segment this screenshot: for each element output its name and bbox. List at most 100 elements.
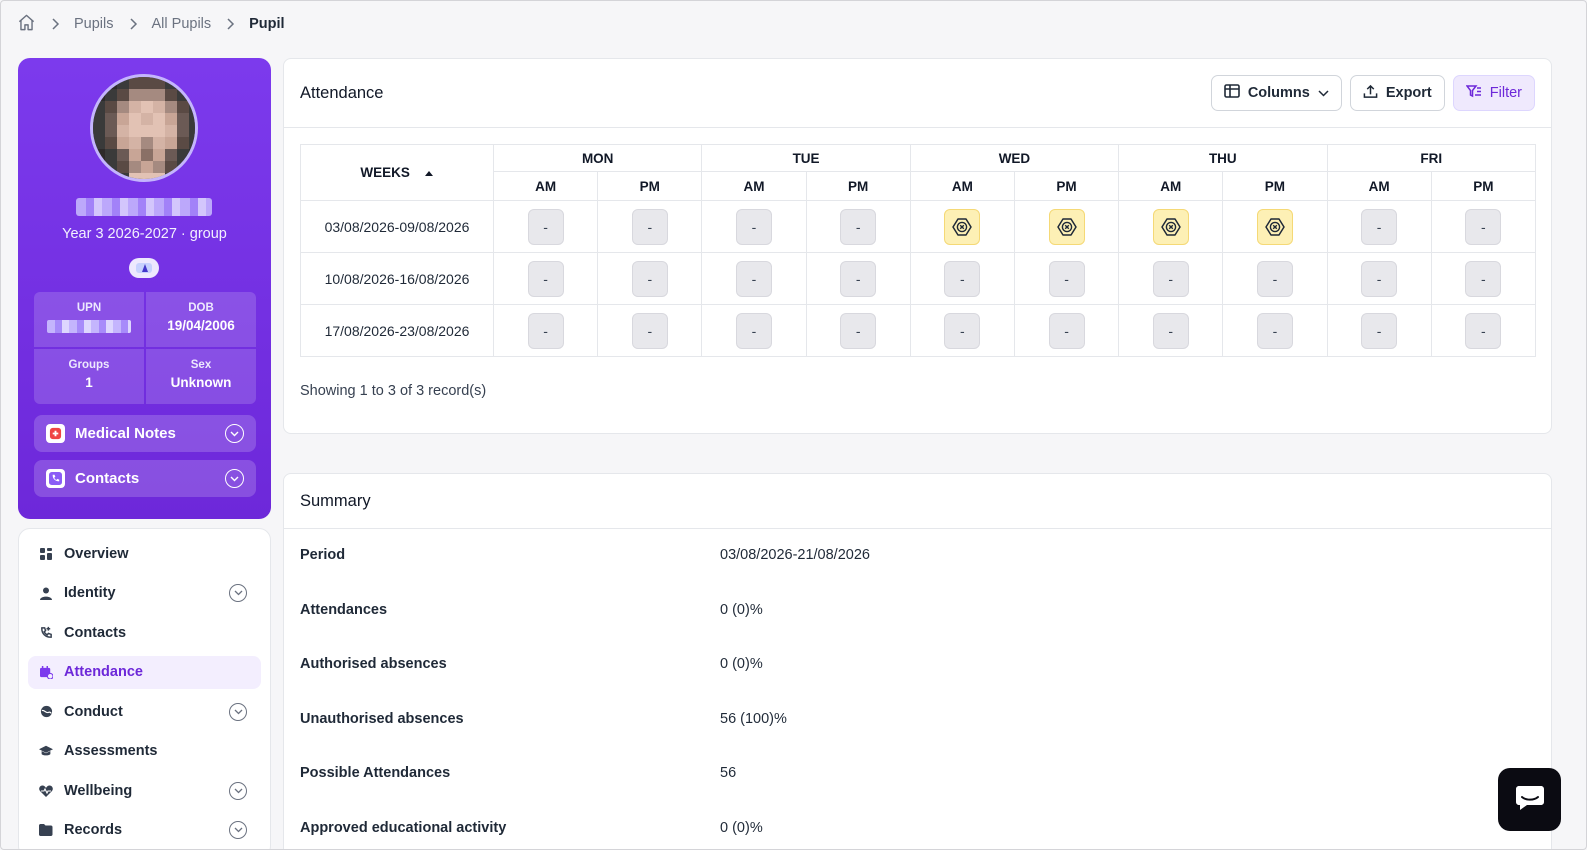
absence-mark[interactable]	[1152, 208, 1189, 245]
no-mark[interactable]: -	[1361, 208, 1398, 245]
no-mark[interactable]: -	[1256, 260, 1293, 297]
calendar-icon	[39, 665, 53, 679]
session-header-fri-am: AM	[1326, 171, 1432, 201]
week-range: 17/08/2026-23/08/2026	[300, 304, 494, 357]
chevron-down-icon[interactable]	[229, 781, 247, 800]
no-mark[interactable]: -	[1048, 260, 1085, 297]
breadcrumb: Pupils All Pupils Pupil	[17, 13, 285, 35]
no-mark[interactable]: -	[1361, 260, 1398, 297]
columns-icon	[1224, 84, 1240, 102]
nav-item-overview[interactable]: Overview	[28, 537, 261, 570]
dob-cell: DOB 19/04/2006	[146, 292, 256, 347]
nav-item-wellbeing[interactable]: Wellbeing	[28, 774, 261, 807]
tag-badge[interactable]	[129, 258, 159, 278]
summary-row: Approved educational activity 0 (0)%	[300, 818, 763, 838]
no-mark[interactable]: -	[1465, 260, 1502, 297]
pupil-profile-card: Year 3 2026-2027 · group UPN DOB 19/04/2…	[18, 58, 271, 519]
side-navigation: Overview Identity Contacts Attendance Co…	[18, 528, 271, 849]
session-cell: -	[701, 200, 807, 253]
session-cell: -	[1222, 252, 1328, 305]
no-mark[interactable]: -	[1048, 312, 1085, 349]
filter-button[interactable]: Filter	[1452, 75, 1535, 111]
no-mark[interactable]: -	[1465, 312, 1502, 349]
summary-label: Period	[300, 547, 346, 563]
nav-item-conduct[interactable]: Conduct	[28, 695, 261, 728]
session-header-wed-am: AM	[909, 171, 1015, 201]
session-cell	[1222, 200, 1328, 253]
chevron-down-icon[interactable]	[229, 702, 247, 721]
no-mark[interactable]: -	[944, 312, 981, 349]
no-mark[interactable]: -	[527, 312, 564, 349]
no-mark[interactable]: -	[1465, 208, 1502, 245]
unauthorised-absence-icon	[952, 217, 973, 236]
session-cell: -	[909, 252, 1015, 305]
session-cell: -	[701, 252, 807, 305]
home-icon[interactable]	[17, 13, 36, 36]
no-mark[interactable]: -	[527, 260, 564, 297]
grid-icon	[39, 547, 53, 561]
nav-item-identity[interactable]: Identity	[28, 577, 261, 610]
folder-icon	[39, 823, 53, 837]
nav-item-records[interactable]: Records	[28, 814, 261, 847]
no-mark[interactable]: -	[631, 208, 668, 245]
nav-label: Overview	[64, 545, 129, 562]
absence-mark[interactable]	[1256, 208, 1293, 245]
weeks-column-header[interactable]: WEEKS	[300, 144, 494, 201]
chevron-down-icon[interactable]	[229, 821, 247, 839]
chat-icon	[1515, 785, 1545, 814]
no-mark[interactable]: -	[840, 312, 877, 349]
no-mark[interactable]: -	[735, 260, 772, 297]
summary-row: Unauthorised absences 56 (100)%	[300, 709, 787, 729]
medical-notes-accordion[interactable]: Medical Notes	[34, 415, 256, 452]
summary-label: Attendances	[300, 602, 388, 618]
day-header-fri: FRI	[1326, 144, 1536, 172]
no-mark[interactable]: -	[1152, 260, 1189, 297]
no-mark[interactable]: -	[1361, 312, 1398, 349]
nav-item-attendance[interactable]: Attendance	[28, 655, 261, 689]
avatar	[90, 74, 198, 182]
contacts-accordion[interactable]: Contacts	[34, 460, 256, 497]
breadcrumb-pupils[interactable]: Pupils	[74, 16, 114, 32]
day-header-wed: WED	[909, 144, 1120, 172]
filter-label: Filter	[1489, 85, 1522, 101]
chevron-down-icon	[225, 469, 244, 488]
absence-mark[interactable]	[1048, 208, 1085, 245]
nav-label: Identity	[64, 585, 116, 601]
unauthorised-absence-icon	[1056, 217, 1077, 236]
chevron-down-icon[interactable]	[229, 584, 247, 602]
nav-label: Wellbeing	[64, 782, 133, 799]
no-mark[interactable]: -	[1256, 312, 1293, 349]
summary-value: 56	[720, 765, 737, 781]
no-mark[interactable]: -	[944, 260, 981, 297]
no-mark[interactable]: -	[527, 208, 564, 245]
nav-item-assessments[interactable]: Assessments	[28, 735, 261, 768]
chat-button[interactable]	[1498, 768, 1561, 831]
summary-header: Summary	[284, 474, 1551, 529]
session-cell: -	[909, 304, 1015, 357]
groups-cell: Groups 1	[34, 349, 144, 404]
no-mark[interactable]: -	[631, 260, 668, 297]
no-mark[interactable]: -	[840, 208, 877, 245]
upn-label: UPN	[76, 302, 102, 314]
session-cell: -	[597, 252, 703, 305]
nav-label: Records	[64, 822, 123, 838]
upn-value-redacted	[47, 320, 131, 333]
no-mark[interactable]: -	[1152, 312, 1189, 349]
session-cell: -	[492, 252, 599, 305]
upn-cell: UPN	[34, 292, 144, 347]
attendance-title: Attendance	[300, 83, 384, 102]
session-cell: -	[597, 200, 703, 253]
absence-mark[interactable]	[944, 208, 981, 245]
nav-label: Contacts	[64, 624, 127, 641]
no-mark[interactable]: -	[840, 260, 877, 297]
summary-title: Summary	[300, 491, 371, 510]
columns-button[interactable]: Columns	[1210, 75, 1342, 111]
session-header-thu-pm: PM	[1222, 171, 1328, 201]
no-mark[interactable]: -	[735, 312, 772, 349]
nav-item-contacts[interactable]: Contacts	[28, 616, 261, 649]
no-mark[interactable]: -	[735, 208, 772, 245]
breadcrumb-all-pupils[interactable]: All Pupils	[152, 16, 212, 32]
no-mark[interactable]: -	[631, 312, 668, 349]
app-frame: Pupils All Pupils Pupil Year 3 2026-2027…	[0, 0, 1587, 850]
export-button[interactable]: Export	[1349, 75, 1445, 111]
